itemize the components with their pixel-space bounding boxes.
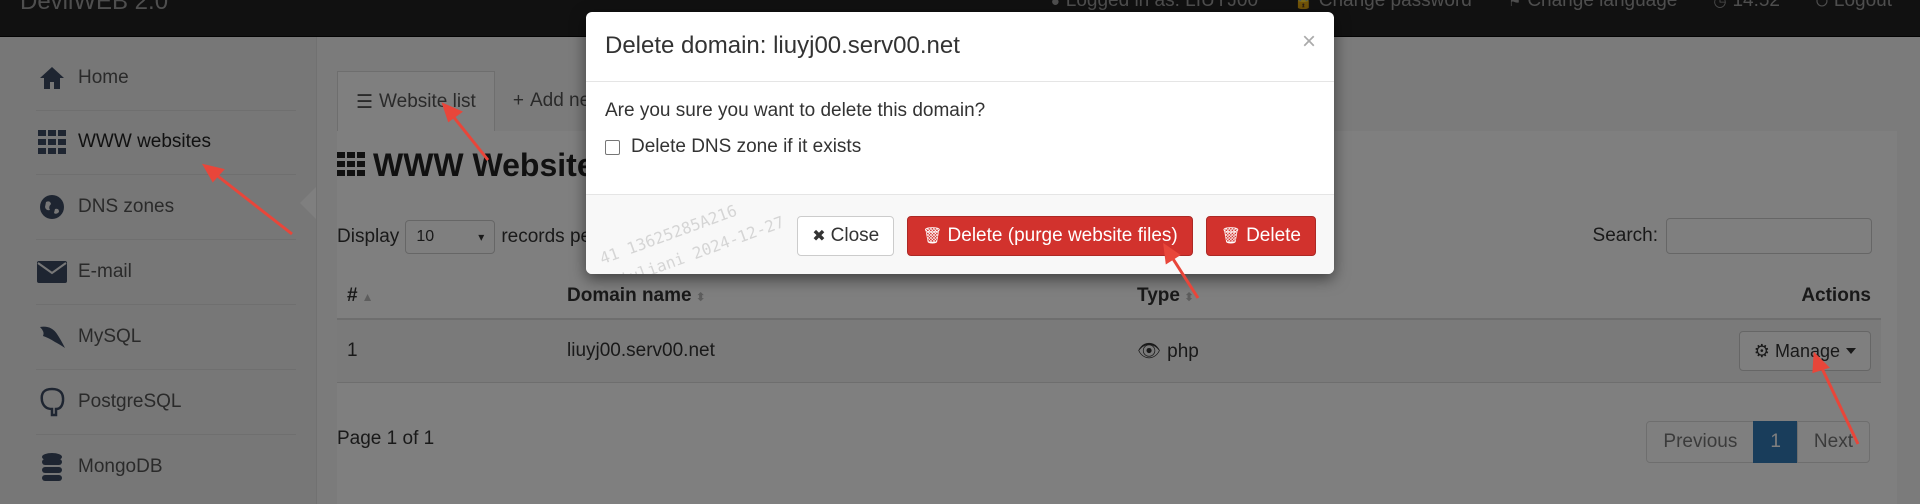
- modal-footer: 41 13625285A216 liuliani 2024-12-27 ✖ Cl…: [586, 194, 1334, 274]
- delete-dns-zone-checkbox[interactable]: [605, 139, 620, 155]
- modal-title: Delete domain: liuyj00.serv00.net: [605, 32, 960, 59]
- modal-header: Delete domain: liuyj00.serv00.net ×: [586, 12, 1334, 82]
- trash-icon: 🗑: [1220, 228, 1242, 245]
- delete-button[interactable]: 🗑 Delete: [1205, 216, 1316, 256]
- times-icon: ✖: [812, 228, 826, 245]
- delete-purge-label: Delete (purge website files): [947, 225, 1178, 246]
- modal-body: Are you sure you want to delete this dom…: [605, 100, 1315, 158]
- delete-domain-modal: Delete domain: liuyj00.serv00.net × Are …: [586, 12, 1334, 274]
- trash-icon: 🗑: [922, 228, 943, 245]
- close-button-label: Close: [830, 225, 880, 246]
- close-button[interactable]: ✖ Close: [797, 216, 895, 256]
- close-icon[interactable]: ×: [1302, 28, 1316, 56]
- delete-label: Delete: [1246, 225, 1301, 246]
- delete-dns-zone-option[interactable]: Delete DNS zone if it exists: [605, 136, 1315, 158]
- checkbox-label: Delete DNS zone if it exists: [631, 136, 862, 157]
- modal-actions: ✖ Close 🗑 Delete (purge website files) 🗑…: [797, 216, 1316, 256]
- delete-purge-button[interactable]: 🗑 Delete (purge website files): [907, 216, 1193, 256]
- confirmation-question: Are you sure you want to delete this dom…: [605, 100, 986, 121]
